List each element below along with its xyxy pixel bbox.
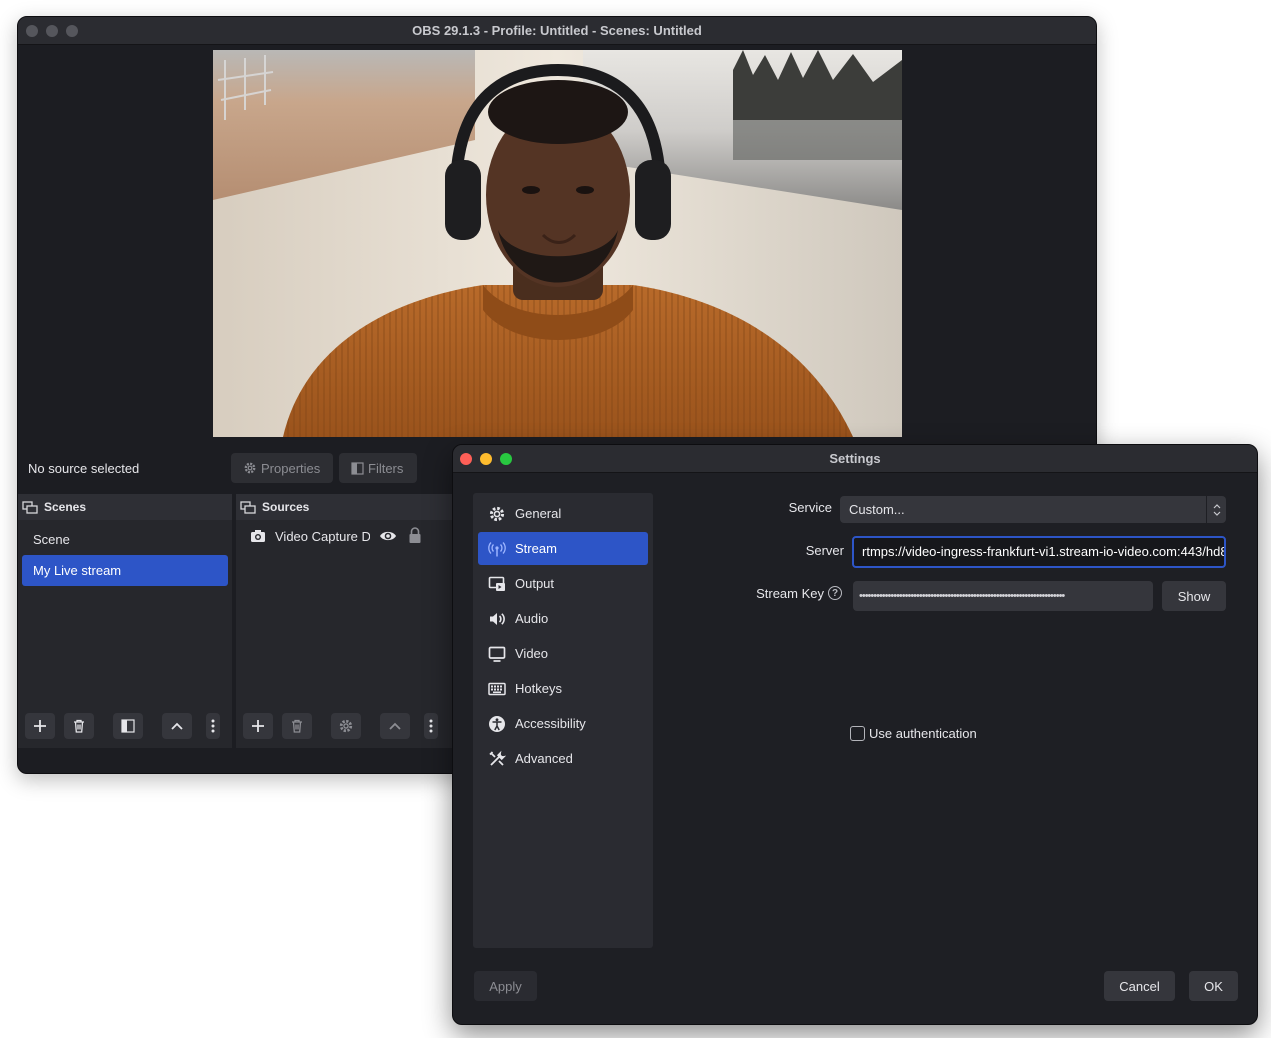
nav-label: Output xyxy=(515,576,555,591)
filter-icon xyxy=(121,719,135,733)
scene-more-button[interactable] xyxy=(206,713,220,739)
scenes-title: Scenes xyxy=(44,500,87,514)
obs-title-bar: OBS 29.1.3 - Profile: Untitled - Scenes:… xyxy=(18,17,1096,45)
output-icon xyxy=(488,576,505,591)
use-authentication-checkbox[interactable] xyxy=(850,726,865,741)
use-authentication-label: Use authentication xyxy=(869,726,977,741)
gear-icon xyxy=(489,506,505,522)
sources-title: Sources xyxy=(262,500,310,514)
chevron-up-icon xyxy=(389,722,401,730)
nav-label: Audio xyxy=(515,611,549,626)
select-arrows-icon xyxy=(1206,496,1226,523)
cancel-button[interactable]: Cancel xyxy=(1104,971,1175,1001)
nav-label: Stream xyxy=(515,541,557,556)
more-vertical-icon xyxy=(429,719,433,733)
add-source-button[interactable] xyxy=(243,713,273,739)
source-item[interactable]: Video Capture De xyxy=(236,524,452,550)
obs-window-title: OBS 29.1.3 - Profile: Untitled - Scenes:… xyxy=(412,23,702,38)
sources-footer xyxy=(236,704,458,748)
no-source-label: No source selected xyxy=(28,461,140,476)
more-vertical-icon xyxy=(211,719,215,733)
nav-item-output[interactable]: Output xyxy=(478,567,648,600)
nav-item-general[interactable]: General xyxy=(478,497,648,530)
camera-icon xyxy=(251,530,265,542)
webcam-preview-image xyxy=(213,50,902,437)
source-more-button[interactable] xyxy=(424,713,438,739)
nav-label: Accessibility xyxy=(515,716,586,731)
scene-item[interactable]: Scene xyxy=(22,524,228,555)
filters-button[interactable]: Filters xyxy=(339,453,417,483)
lock-icon[interactable] xyxy=(408,527,422,544)
broadcast-icon xyxy=(488,542,506,557)
service-label: Service xyxy=(788,500,832,515)
nav-item-accessibility[interactable]: Accessibility xyxy=(478,707,648,740)
move-scene-up-button[interactable] xyxy=(162,713,192,739)
help-icon[interactable]: ? xyxy=(828,586,842,600)
stream-key-input[interactable]: ••••••••••••••••••••••••••••••••••••••••… xyxy=(853,581,1153,611)
properties-button[interactable]: Properties xyxy=(231,453,333,483)
nav-item-video[interactable]: Video xyxy=(478,637,648,670)
scene-list: Scene My Live stream xyxy=(18,520,232,586)
settings-title-bar: Settings xyxy=(453,445,1257,473)
trash-icon xyxy=(74,719,84,733)
chevron-up-icon xyxy=(171,722,183,730)
scene-filters-button[interactable] xyxy=(113,713,143,739)
plus-icon xyxy=(252,720,264,732)
gear-icon xyxy=(244,462,256,474)
show-key-button[interactable]: Show xyxy=(1162,581,1226,611)
filters-label: Filters xyxy=(368,460,404,476)
source-label: Video Capture De xyxy=(275,529,370,544)
apply-button[interactable]: Apply xyxy=(474,971,537,1001)
nav-label: Hotkeys xyxy=(515,681,562,696)
nav-item-audio[interactable]: Audio xyxy=(478,602,648,635)
plus-icon xyxy=(34,720,46,732)
dock-window-icon xyxy=(22,501,38,514)
nav-item-hotkeys[interactable]: Hotkeys xyxy=(478,672,648,705)
properties-label: Properties xyxy=(261,460,321,476)
nav-label: Video xyxy=(515,646,549,661)
nav-item-stream[interactable]: Stream xyxy=(478,532,648,565)
service-select[interactable]: Custom... xyxy=(840,496,1226,523)
scenes-dock-header: Scenes xyxy=(18,494,232,520)
server-label: Server xyxy=(805,543,844,558)
sources-dock: Sources Video Capture De xyxy=(236,494,458,748)
move-source-up-button[interactable] xyxy=(380,713,410,739)
settings-title: Settings xyxy=(829,451,881,466)
source-toolbar: No source selected Properties Filters xyxy=(18,445,458,487)
preview-canvas[interactable] xyxy=(213,50,902,437)
source-properties-button[interactable] xyxy=(331,713,361,739)
eye-icon[interactable] xyxy=(379,529,397,543)
scene-item-active[interactable]: My Live stream xyxy=(22,555,228,586)
dock-window-icon xyxy=(240,501,256,514)
nav-label: Advanced xyxy=(515,751,573,766)
accessibility-icon xyxy=(489,716,505,732)
service-value: Custom... xyxy=(849,502,905,517)
trash-icon xyxy=(292,719,302,733)
settings-dialog: Settings General Stream Output Audio Vid… xyxy=(452,444,1258,1025)
server-input[interactable]: rtmps://video-ingress-frankfurt-vi1.stre… xyxy=(852,536,1226,568)
settings-nav: General Stream Output Audio Video Hotkey… xyxy=(473,493,653,948)
speaker-icon xyxy=(490,613,505,625)
stream-key-label: Stream Key xyxy=(756,586,824,601)
sources-dock-header: Sources xyxy=(236,494,458,520)
scenes-dock: Scenes Scene My Live stream xyxy=(18,494,232,748)
nav-label: General xyxy=(515,506,562,521)
nav-item-advanced[interactable]: Advanced xyxy=(478,742,648,775)
scenes-footer xyxy=(18,704,232,748)
add-scene-button[interactable] xyxy=(25,713,55,739)
gear-icon xyxy=(339,719,353,733)
filter-icon xyxy=(351,461,364,475)
ok-button[interactable]: OK xyxy=(1189,971,1238,1001)
keyboard-icon xyxy=(488,682,506,696)
monitor-icon xyxy=(488,646,506,662)
remove-source-button[interactable] xyxy=(282,713,312,739)
tools-icon xyxy=(489,750,506,766)
remove-scene-button[interactable] xyxy=(64,713,94,739)
